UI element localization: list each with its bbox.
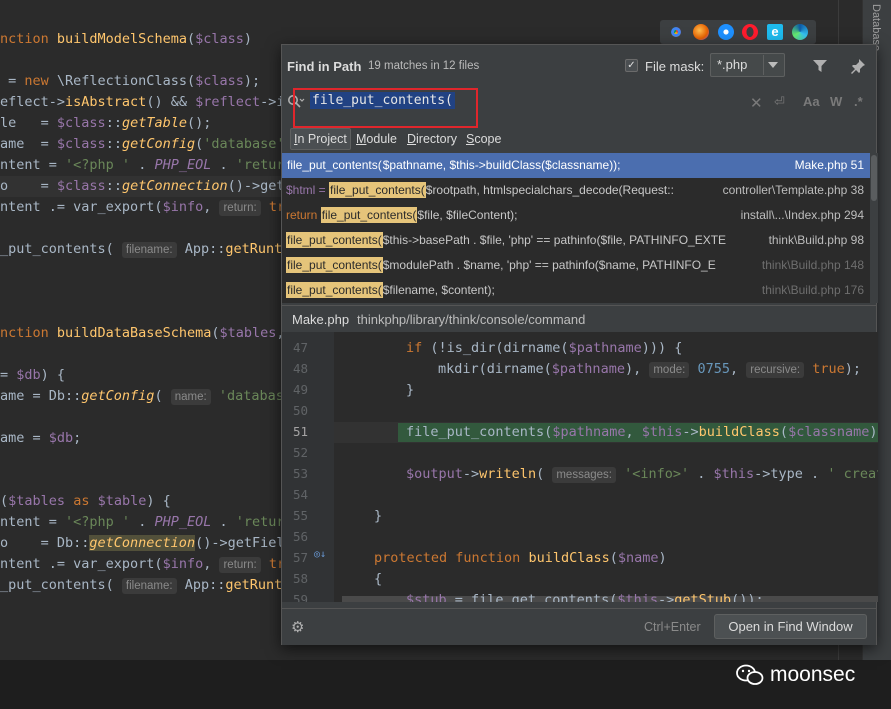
line-number: 48 bbox=[293, 361, 309, 376]
line-number: 47 bbox=[293, 340, 309, 355]
match-count: 19 matches in 12 files bbox=[368, 60, 480, 72]
browser-preview-bar: e bbox=[660, 20, 816, 44]
safari-icon[interactable] bbox=[717, 24, 734, 40]
results-scrollbar[interactable] bbox=[870, 153, 878, 303]
code-line: ntent .= var_export($info, return: tru bbox=[0, 554, 293, 575]
settings-icon[interactable]: ⚙ bbox=[291, 618, 307, 636]
watermark: moonsec bbox=[736, 660, 855, 690]
result-row[interactable]: file_put_contents($pathname, $this->buil… bbox=[282, 153, 870, 178]
result-row[interactable]: file_put_contents($filename, $content); … bbox=[282, 278, 870, 303]
code-line: nction buildDataBaseSchema($tables, bbox=[0, 325, 285, 341]
tab-directory[interactable]: Directory bbox=[404, 131, 460, 147]
chrome-icon[interactable] bbox=[668, 24, 685, 40]
line-number: 59 bbox=[293, 592, 309, 602]
regex-toggle[interactable]: .* bbox=[854, 94, 863, 109]
find-in-path-dialog: Find in Path 19 matches in 12 files ✓ Fi… bbox=[281, 44, 878, 645]
open-in-find-window-button[interactable]: Open in Find Window bbox=[714, 614, 867, 639]
code-line: $output->writeln( messages: '<info>' . $… bbox=[406, 466, 878, 483]
whole-word-toggle[interactable]: W bbox=[830, 94, 842, 109]
tab-scope[interactable]: Scope bbox=[463, 131, 504, 147]
code-line: } bbox=[406, 382, 415, 398]
code-line: nction buildModelSchema($class) bbox=[0, 31, 253, 47]
code-line: $stub = file_get_contents($this->getStub… bbox=[406, 592, 764, 602]
line-number: 51 bbox=[293, 424, 309, 439]
dialog-footer: ⚙ Ctrl+Enter Open in Find Window bbox=[282, 608, 876, 645]
override-marker-icon[interactable]: ◎↓ bbox=[314, 549, 326, 560]
ie-icon[interactable]: e bbox=[766, 24, 783, 40]
code-line: = $db) { bbox=[0, 367, 66, 383]
code-line: _put_contents( filename: App::getRunti bbox=[0, 577, 291, 594]
code-line: ntent = '<?php ' . PHP_EOL . 'return bbox=[0, 157, 293, 173]
code-line: eflect->isAbstract() && $reflect->is bbox=[0, 94, 293, 110]
line-number: 56 bbox=[293, 529, 309, 544]
select-divider bbox=[763, 55, 764, 75]
code-line: mkdir(dirname($pathname), mode: 0755, re… bbox=[438, 361, 862, 378]
scrollbar-thumb[interactable] bbox=[871, 155, 877, 201]
search-row: file_put_contents( ✕ ⏎ Aa W .* bbox=[282, 87, 876, 128]
results-list: file_put_contents($pathname, $this->buil… bbox=[282, 153, 878, 303]
result-row[interactable]: return file_put_contents($file, $fileCon… bbox=[282, 203, 870, 228]
preview-header: Make.php thinkphp/library/think/console/… bbox=[282, 305, 876, 331]
code-line: ($tables as $table) { bbox=[0, 493, 171, 509]
code-line: ntent .= var_export($info, return: tru bbox=[0, 197, 293, 218]
file-mask-checkbox[interactable]: ✓ bbox=[625, 59, 638, 72]
match-case-toggle[interactable]: Aa bbox=[803, 94, 820, 109]
firefox-icon[interactable] bbox=[692, 24, 709, 40]
preview-file-name: Make.php bbox=[292, 312, 350, 327]
code-preview[interactable]: 47 48 49 50 51 52 53 54 55 56 57 58 59 ◎… bbox=[282, 332, 878, 602]
preview-file-path: thinkphp/library/think/console/command bbox=[357, 312, 586, 327]
dialog-title: Find in Path bbox=[287, 59, 362, 74]
result-row[interactable]: $html = file_put_contents($rootpath, htm… bbox=[282, 178, 870, 203]
newline-icon[interactable]: ⏎ bbox=[774, 94, 785, 110]
line-number: 53 bbox=[293, 466, 309, 481]
code-line: ame = Db::getConfig( name: 'database' bbox=[0, 388, 301, 405]
line-number: 52 bbox=[293, 445, 309, 460]
filter-icon[interactable] bbox=[812, 58, 828, 74]
code-line: ame = $db; bbox=[0, 430, 82, 446]
line-number: 55 bbox=[293, 508, 309, 523]
code-line: = new \ReflectionClass($class); bbox=[0, 73, 261, 89]
code-line: protected function buildClass($name) bbox=[374, 550, 667, 566]
code-line: file_put_contents($pathname, $this->buil… bbox=[406, 424, 878, 440]
file-mask-label: File mask: bbox=[645, 59, 705, 74]
clear-icon[interactable]: ✕ bbox=[750, 94, 763, 112]
line-number: 50 bbox=[293, 403, 309, 418]
code-line: } bbox=[374, 508, 383, 524]
result-row[interactable]: file_put_contents($this->basePath . $fil… bbox=[282, 228, 870, 253]
scope-tabs: In Project Module Directory Scope bbox=[282, 127, 876, 151]
line-number: 58 bbox=[293, 571, 309, 586]
code-line: le = $class::getTable(); bbox=[0, 115, 212, 131]
wechat-icon bbox=[736, 664, 764, 685]
tab-module[interactable]: Module bbox=[353, 131, 400, 147]
opera-icon[interactable] bbox=[742, 24, 759, 40]
tab-in-project[interactable]: In Project bbox=[290, 128, 351, 150]
line-number: 54 bbox=[293, 487, 309, 502]
code-line: { bbox=[374, 571, 383, 587]
code-line: ame = $class::getConfig('database' bbox=[0, 136, 285, 152]
watermark-text: moonsec bbox=[770, 663, 856, 686]
code-line: if (!is_dir(dirname($pathname))) { bbox=[406, 340, 683, 356]
pin-icon[interactable] bbox=[850, 58, 866, 74]
shortcut-hint: Ctrl+Enter bbox=[644, 620, 701, 634]
code-line: o = $class::getConnection()->getF bbox=[0, 176, 293, 197]
dialog-header: Find in Path 19 matches in 12 files ✓ Fi… bbox=[282, 45, 876, 85]
line-number: 49 bbox=[293, 382, 309, 397]
chevron-down-icon[interactable] bbox=[768, 62, 778, 68]
code-line: ntent = '<?php ' . PHP_EOL . 'return bbox=[0, 514, 293, 530]
edge-icon[interactable] bbox=[791, 24, 808, 40]
highlight-annotation bbox=[293, 88, 478, 128]
code-line: _put_contents( filename: App::getRunti bbox=[0, 241, 291, 258]
code-line: o = Db::getConnection()->getField bbox=[0, 535, 293, 551]
result-row[interactable]: file_put_contents($modulePath . $name, '… bbox=[282, 253, 870, 278]
